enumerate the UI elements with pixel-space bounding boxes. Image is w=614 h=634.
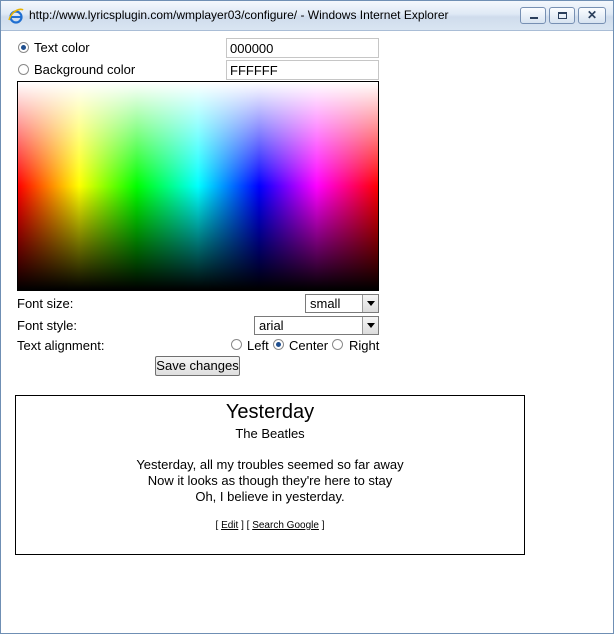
minimize-button[interactable] xyxy=(520,7,546,24)
lyrics-preview: Yesterday The Beatles Yesterday, all my … xyxy=(15,395,525,555)
font-style-label: Font style: xyxy=(17,318,77,333)
bracket-close: ] xyxy=(241,520,244,531)
color-picker[interactable] xyxy=(17,81,379,291)
font-size-select[interactable]: small xyxy=(305,294,379,313)
align-center-label: Center xyxy=(289,338,329,353)
text-color-radio[interactable] xyxy=(18,42,29,53)
color-picker-shade xyxy=(18,82,378,290)
chevron-down-icon[interactable] xyxy=(362,317,378,334)
align-left-radio[interactable] xyxy=(231,339,242,350)
bracket-open: [ xyxy=(246,520,250,531)
lyric-line: Oh, I believe in yesterday. xyxy=(195,489,345,504)
maximize-button[interactable] xyxy=(549,7,575,24)
close-button[interactable]: ✕ xyxy=(578,7,606,24)
bracket-close: ] xyxy=(321,520,325,531)
chevron-down-icon[interactable] xyxy=(362,295,378,312)
window-title: http://www.lyricsplugin.com/wmplayer03/c… xyxy=(29,8,449,22)
maximize-icon xyxy=(558,12,567,19)
search-google-link[interactable]: Search Google xyxy=(252,520,319,531)
align-center-radio[interactable] xyxy=(273,339,284,350)
text-color-label: Text color xyxy=(34,40,90,55)
text-color-input[interactable] xyxy=(226,38,379,58)
artist-name: The Beatles xyxy=(235,426,305,441)
align-right-label: Right xyxy=(349,338,380,353)
ie-icon xyxy=(8,8,24,24)
font-size-value: small xyxy=(310,296,341,311)
background-color-label: Background color xyxy=(34,62,136,77)
lyrics-links: [ Edit ] [ Search Google ] xyxy=(16,520,524,531)
background-color-input[interactable] xyxy=(226,60,379,80)
font-style-value: arial xyxy=(259,318,284,333)
save-changes-button[interactable]: Save changes xyxy=(155,356,240,376)
bracket-open: [ xyxy=(215,520,219,531)
edit-link[interactable]: Edit xyxy=(221,520,238,531)
align-right-radio[interactable] xyxy=(332,339,343,350)
background-color-radio[interactable] xyxy=(18,64,29,75)
title-bar[interactable]: http://www.lyricsplugin.com/wmplayer03/c… xyxy=(1,1,613,31)
close-icon: ✕ xyxy=(587,8,598,22)
song-title: Yesterday xyxy=(225,401,315,423)
minimize-icon xyxy=(530,17,538,19)
config-page: Text color Background color Font size: s… xyxy=(1,31,613,633)
text-alignment-label: Text alignment: xyxy=(17,338,105,353)
lyric-line: Now it looks as though they're here to s… xyxy=(147,473,393,488)
align-left-label: Left xyxy=(247,338,269,353)
lyric-line: Yesterday, all my troubles seemed so far… xyxy=(136,457,404,472)
browser-window: http://www.lyricsplugin.com/wmplayer03/c… xyxy=(0,0,614,634)
font-style-select[interactable]: arial xyxy=(254,316,379,335)
font-size-label: Font size: xyxy=(17,296,74,311)
